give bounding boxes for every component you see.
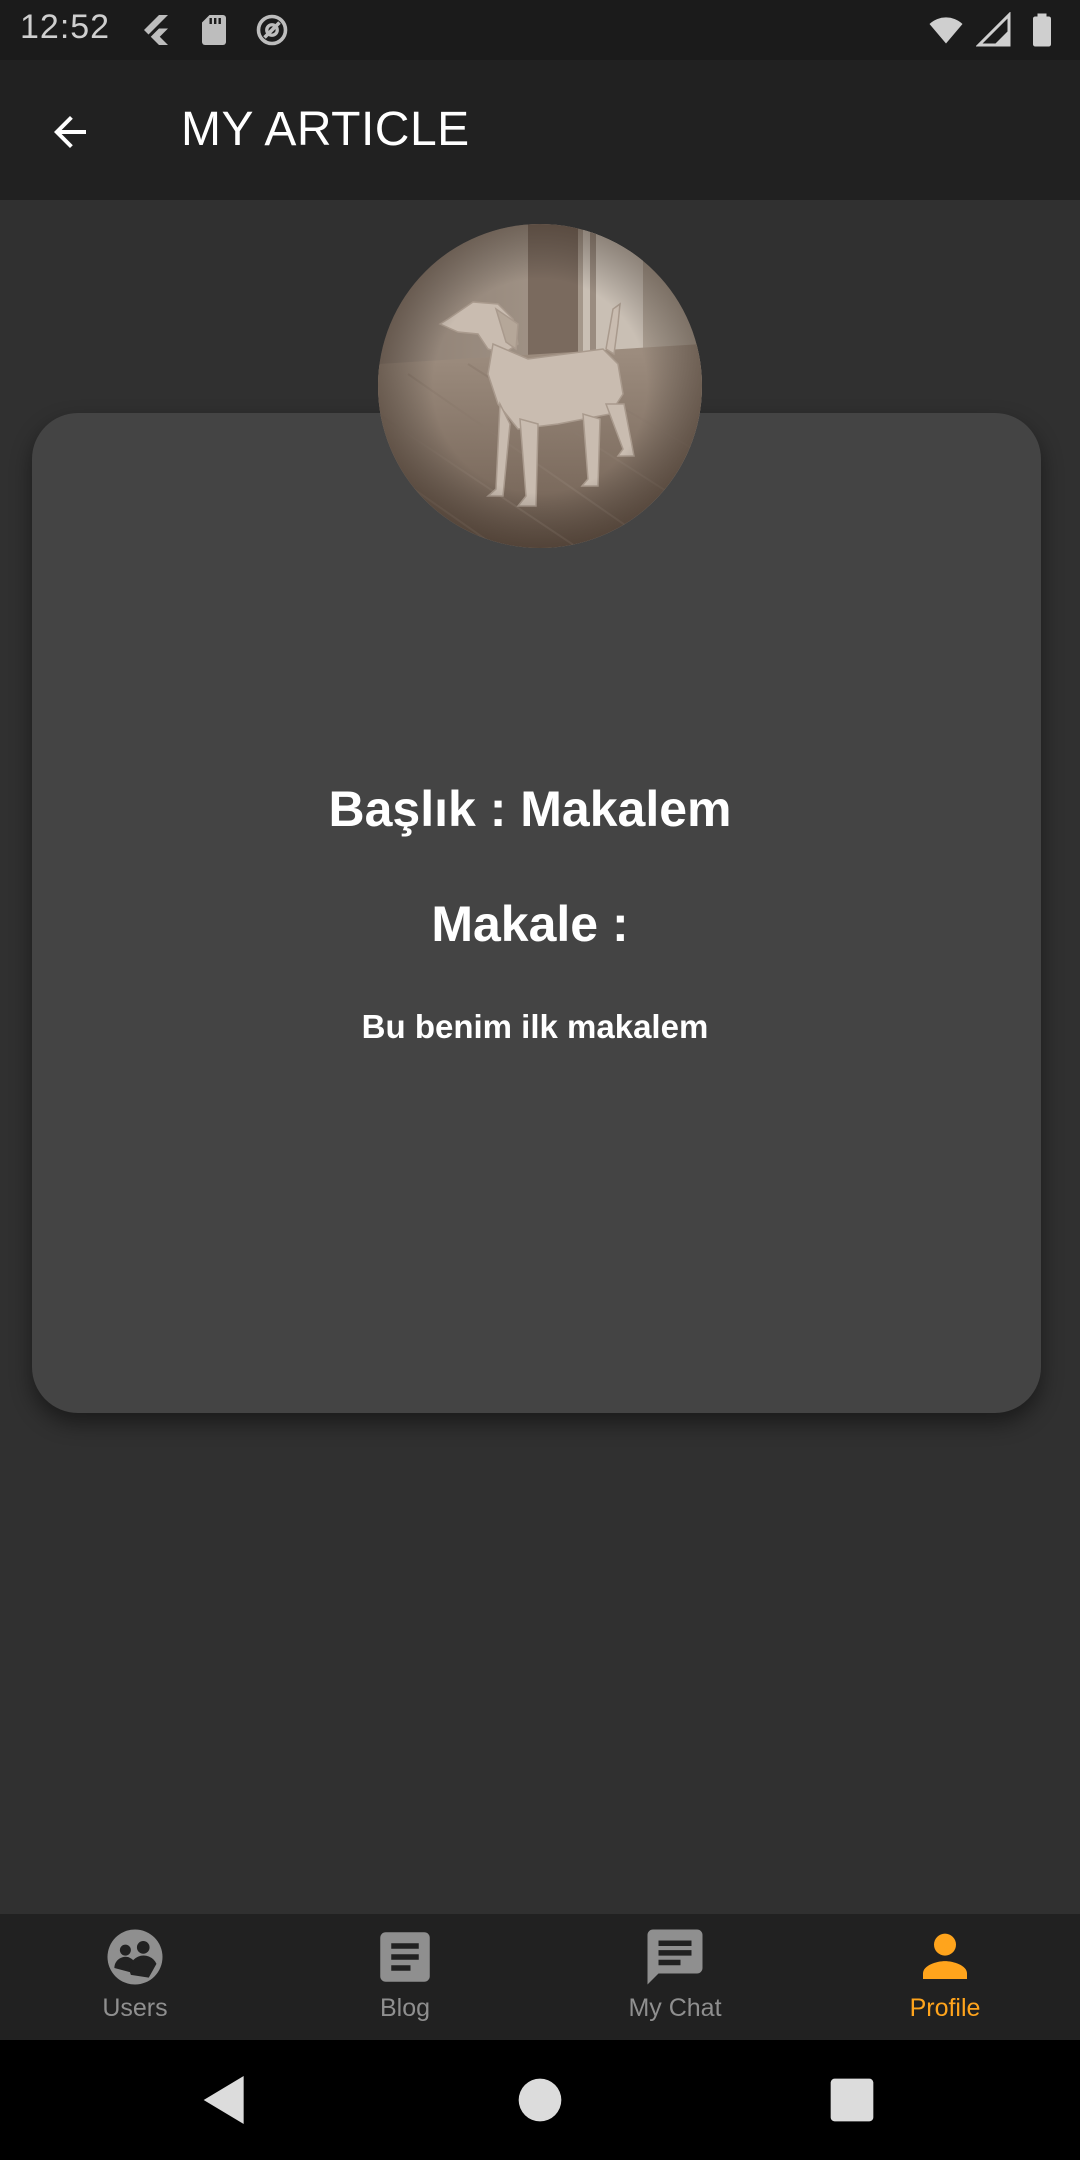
flutter-icon xyxy=(144,15,168,45)
users-icon xyxy=(107,1929,163,1985)
system-navigation-bar xyxy=(0,2040,1080,2160)
article-content-label: Makale : xyxy=(431,896,629,952)
signal-icon xyxy=(976,12,1011,47)
page-title: MY ARTICLE xyxy=(181,103,470,156)
status-left-icons xyxy=(138,12,290,48)
article-icon xyxy=(380,1932,430,1982)
sd-card-icon xyxy=(202,15,226,45)
nav-label-my-chat: My Chat xyxy=(628,1994,722,2022)
arrow-back-icon xyxy=(54,116,86,148)
nav-label-profile: Profile xyxy=(909,1994,981,2022)
nav-item-profile[interactable]: Profile xyxy=(810,1914,1080,2040)
dog-photo xyxy=(378,224,702,548)
wifi-icon xyxy=(929,17,963,44)
nav-item-my-chat[interactable]: My Chat xyxy=(540,1914,810,2040)
back-button[interactable] xyxy=(40,102,100,162)
article-title: Başlık : Makalem xyxy=(328,781,732,837)
chat-icon xyxy=(647,1929,703,1985)
home-circle-icon[interactable] xyxy=(508,2068,572,2132)
status-bar: 12:52 xyxy=(0,0,1080,60)
article-image xyxy=(378,224,702,548)
nav-label-users: Users xyxy=(102,1994,168,2022)
person-icon xyxy=(923,1933,967,1979)
bottom-navigation: Users Blog My Chat Profile xyxy=(0,1914,1080,2040)
app-bar: MY ARTICLE xyxy=(0,60,1080,200)
status-right-icons xyxy=(928,12,1060,48)
nav-label-blog: Blog xyxy=(379,1994,431,2022)
back-triangle-icon[interactable] xyxy=(193,2068,257,2132)
status-time: 12:52 xyxy=(20,8,111,46)
at-icon xyxy=(256,14,288,46)
recents-square-icon[interactable] xyxy=(820,2068,884,2132)
article-content: Bu benim ilk makalem xyxy=(361,1008,709,1045)
nav-item-blog[interactable]: Blog xyxy=(270,1914,540,2040)
battery-icon xyxy=(1033,13,1051,47)
nav-item-users[interactable]: Users xyxy=(0,1914,270,2040)
